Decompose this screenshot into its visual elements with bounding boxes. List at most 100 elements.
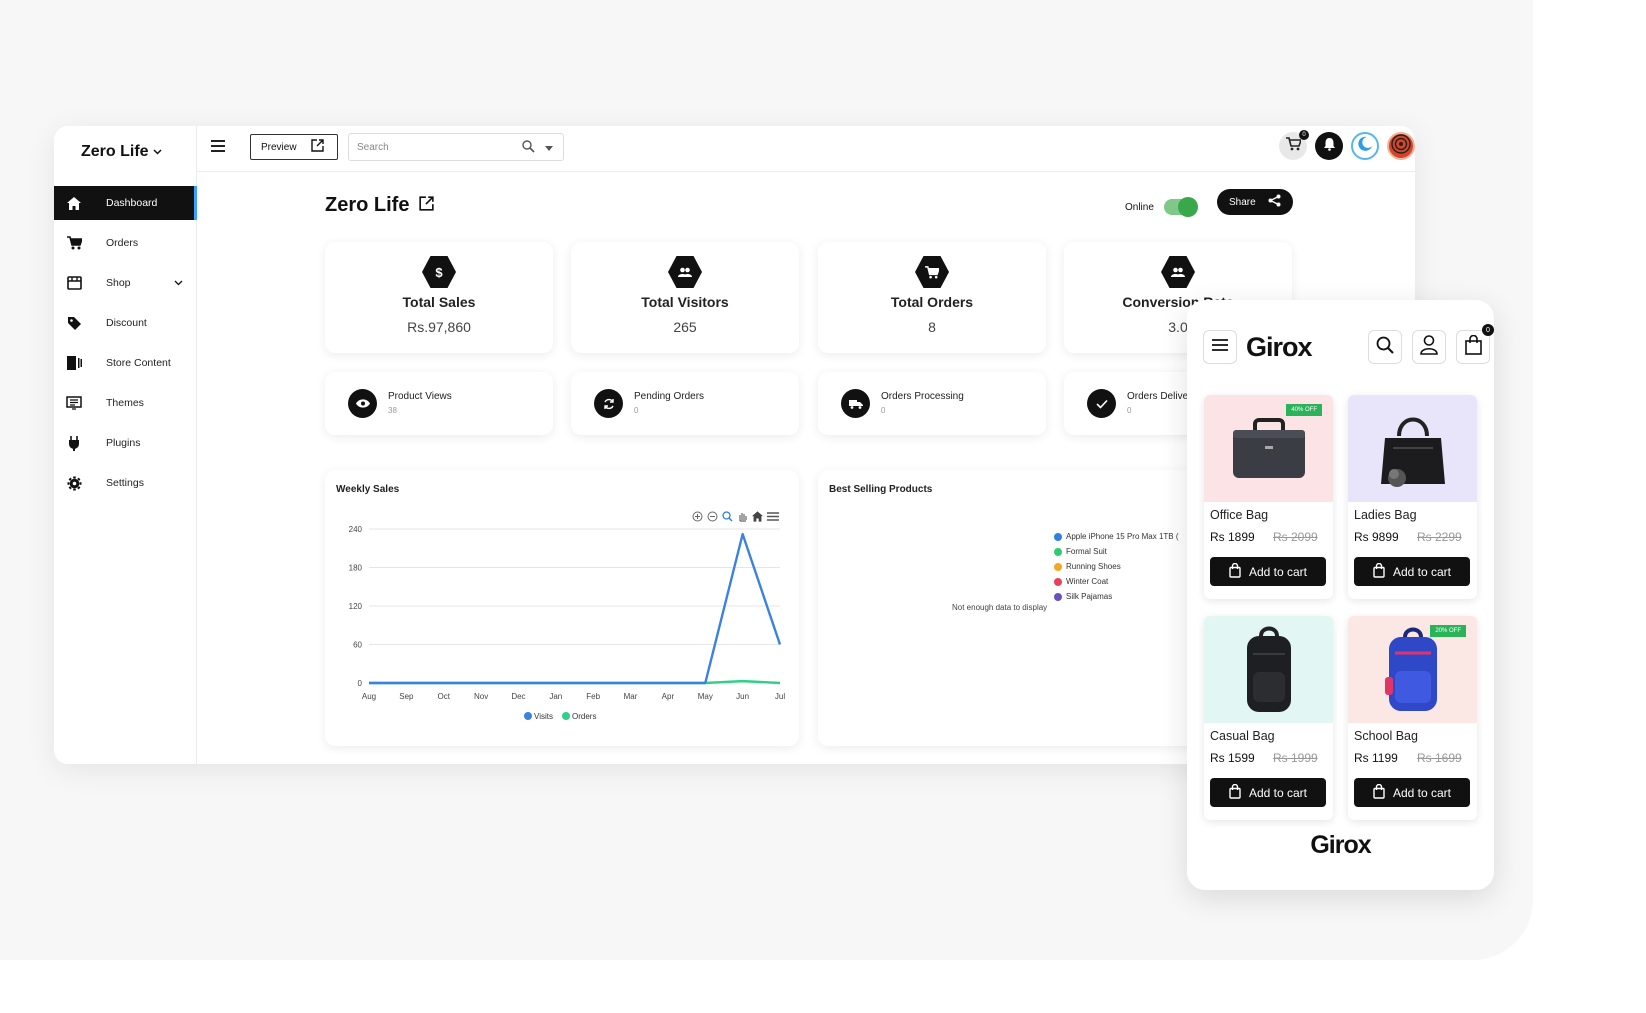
product-card-office-bag[interactable]: 40% OFF Office Bag Rs 1899 Rs 2099 Add t…: [1204, 395, 1333, 599]
product-card-casual-bag[interactable]: Casual Bag Rs 1599 Rs 1999 Add to cart: [1204, 616, 1333, 820]
external-link-icon[interactable]: [419, 194, 435, 217]
mini-label: Product Views: [388, 391, 452, 402]
mobile-header: Girox 0: [1203, 324, 1494, 366]
y-tick-label: 120: [349, 602, 363, 611]
sidebar-nav: Dashboard Orders Shop Discount Store Con…: [54, 186, 197, 506]
sidebar-item-label: Dashboard: [106, 197, 158, 209]
online-toggle[interactable]: [1163, 197, 1198, 217]
refresh-icon: [594, 389, 623, 418]
sidebar-item-settings[interactable]: Settings: [54, 466, 197, 500]
add-to-cart-button[interactable]: Add to cart: [1210, 557, 1326, 586]
mobile-logo: Girox: [1246, 332, 1313, 362]
cart-count-badge: 0: [1299, 130, 1309, 140]
eye-icon: [348, 389, 377, 418]
tag-icon: [66, 315, 82, 331]
preview-button[interactable]: Preview: [250, 134, 338, 160]
sidebar-item-plugins[interactable]: Plugins: [54, 426, 197, 460]
legend-swatch: [1054, 547, 1062, 556]
product-price: Rs 1199: [1354, 751, 1398, 765]
sidebar-item-themes[interactable]: Themes: [54, 386, 197, 420]
mini-value: 0: [634, 406, 639, 415]
x-tick-label: Oct: [438, 692, 451, 701]
moon-icon: [1357, 136, 1373, 157]
avatar-logo-icon: [1390, 133, 1412, 160]
cart-icon: [915, 256, 949, 288]
mini-value: 38: [388, 406, 397, 415]
best-selling-title: Best Selling Products: [829, 484, 933, 495]
bell-icon: [1323, 137, 1336, 156]
empty-state-text: Not enough data to display: [952, 603, 1048, 612]
legend-swatch-visits: [524, 712, 532, 720]
legend-entry[interactable]: Winter Coat: [1054, 574, 1179, 589]
mini-label: Orders Processing: [881, 391, 964, 402]
share-button[interactable]: Share: [1217, 189, 1293, 215]
mini-label: Pending Orders: [634, 391, 705, 402]
theme-toggle-button[interactable]: [1351, 132, 1379, 160]
weekly-sales-card: Weekly Sales 0 60 120 180 240 Aug Sep Oct Nov Dec…: [325, 470, 799, 746]
stat-card-total-orders: Total Orders 8: [818, 242, 1046, 353]
mobile-menu-button[interactable]: [1203, 330, 1237, 364]
caret-down-icon[interactable]: [545, 143, 553, 153]
product-image: 20% OFF: [1348, 616, 1477, 723]
mini-card-product-views: Product Views 38: [325, 372, 553, 435]
search-input[interactable]: Search: [348, 133, 564, 161]
chevron-down-icon: [174, 278, 183, 288]
mobile-cart-button[interactable]: 0: [1456, 324, 1494, 364]
product-old-price: Rs 1999: [1273, 751, 1318, 765]
share-icon: [1268, 194, 1281, 210]
search-icon[interactable]: [522, 140, 535, 155]
search-icon: [1376, 336, 1394, 359]
y-tick-label: 180: [349, 564, 363, 573]
sidebar-item-store-content[interactable]: Store Content: [54, 346, 197, 380]
sidebar-item-label: Shop: [106, 277, 131, 289]
sidebar-item-label: Discount: [106, 317, 147, 329]
mobile-search-button[interactable]: [1368, 330, 1402, 364]
add-to-cart-button[interactable]: Add to cart: [1210, 778, 1326, 807]
users-icon: [1161, 256, 1195, 288]
briefcase-image: [1232, 417, 1305, 478]
legend-entry[interactable]: Apple iPhone 15 Pro Max 1TB (: [1054, 529, 1179, 544]
stat-value: Rs.97,860: [407, 319, 471, 335]
chevron-down-icon: [153, 147, 162, 158]
shopping-bag-icon: [1373, 783, 1385, 802]
legend-label: Winter Coat: [1066, 577, 1109, 586]
add-to-cart-button[interactable]: Add to cart: [1354, 778, 1470, 807]
menu-icon[interactable]: [211, 140, 225, 152]
x-tick-label: Feb: [586, 692, 600, 701]
page-title: Zero Life: [325, 194, 435, 217]
legend-entry[interactable]: Formal Suit: [1054, 544, 1179, 559]
legend-label: Apple iPhone 15 Pro Max 1TB (: [1066, 532, 1179, 541]
discount-badge: 40% OFF: [1286, 404, 1322, 416]
add-to-cart-label: Add to cart: [1248, 785, 1308, 800]
content-icon: [66, 355, 82, 371]
sidebar-item-shop[interactable]: Shop: [54, 266, 197, 300]
dollar-icon: $: [422, 256, 456, 288]
sidebar-item-discount[interactable]: Discount: [54, 306, 197, 340]
external-link-icon: [310, 139, 324, 155]
add-to-cart-button[interactable]: Add to cart: [1354, 557, 1470, 586]
preview-label: Preview: [261, 141, 297, 153]
legend-entry[interactable]: Silk Pajamas: [1054, 589, 1179, 604]
shopping-bag-icon: [1229, 562, 1241, 581]
product-card-school-bag[interactable]: 20% OFF School Bag Rs 1199 Rs 1699 Add t…: [1348, 616, 1477, 820]
mobile-account-button[interactable]: [1412, 330, 1446, 364]
user-icon: [1420, 334, 1438, 360]
avatar[interactable]: [1387, 132, 1415, 160]
sidebar-item-orders[interactable]: Orders: [54, 226, 197, 260]
store-switcher[interactable]: Zero Life: [81, 143, 162, 161]
product-card-ladies-bag[interactable]: Ladies Bag Rs 9899 Rs 2299 Add to cart: [1348, 395, 1477, 599]
stat-card-total-sales: $ Total Sales Rs.97,860: [325, 242, 553, 353]
sidebar-item-dashboard[interactable]: Dashboard: [54, 186, 197, 220]
notifications-button[interactable]: [1315, 132, 1343, 160]
stat-label: Total Visitors: [641, 294, 729, 310]
backpack-image: [1246, 626, 1291, 712]
product-image: [1204, 616, 1333, 723]
product-name: Casual Bag: [1210, 729, 1275, 743]
mobile-store-preview: Girox 0 40% OFF Office Bag Rs 1899 Rs 20…: [1187, 300, 1494, 890]
x-tick-label: Dec: [511, 692, 525, 701]
x-tick-label: Sep: [399, 692, 414, 701]
cart-button[interactable]: 0: [1279, 130, 1309, 160]
mobile-footer-logo: Girox: [1310, 831, 1371, 859]
legend-entry[interactable]: Running Shoes: [1054, 559, 1179, 574]
online-status: Online: [1125, 197, 1198, 217]
